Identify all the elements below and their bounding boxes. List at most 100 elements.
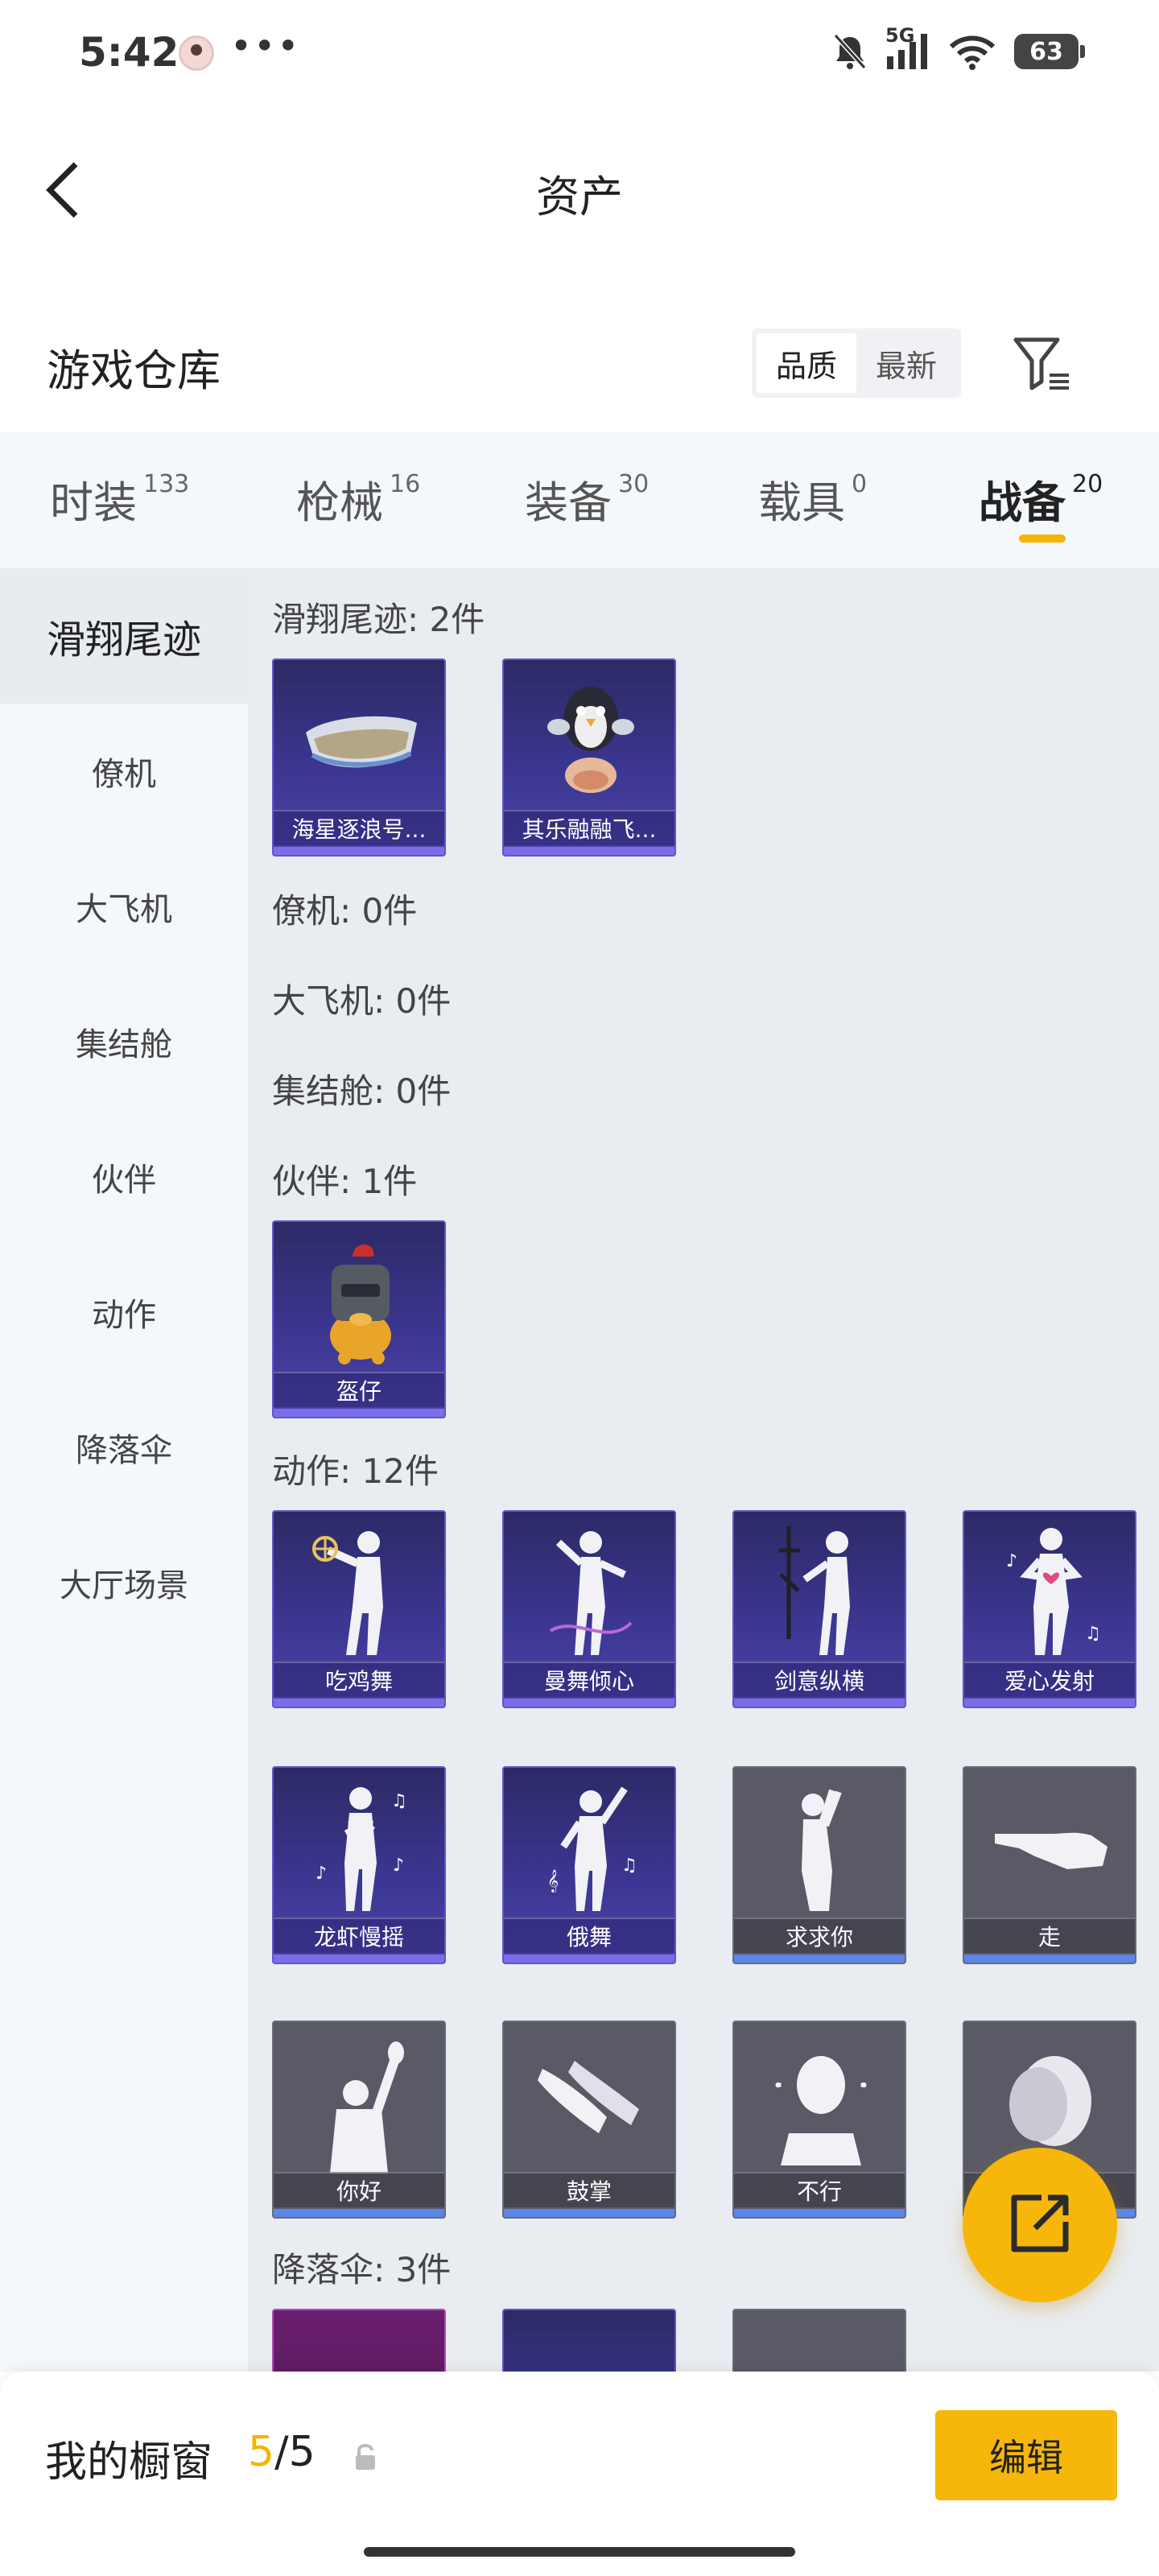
svg-text:♫: ♫: [1085, 1624, 1101, 1644]
svg-text:♪: ♪: [316, 1864, 327, 1884]
item-card[interactable]: 曼舞倾心: [502, 1510, 676, 1708]
page-title: 资产: [536, 171, 623, 222]
svg-text:♪: ♪: [393, 1856, 404, 1876]
rarity-bar: [734, 1955, 905, 1963]
avatar-icon: [179, 35, 214, 71]
share-fab-button[interactable]: [963, 2148, 1117, 2302]
sort-newest-button[interactable]: 最新: [856, 333, 956, 393]
edit-button[interactable]: 编辑: [935, 2410, 1117, 2500]
tab-battle-prep[interactable]: 战备 20: [979, 467, 1103, 530]
tab-count: 16: [390, 470, 421, 498]
item-card[interactable]: 不行: [732, 2021, 906, 2219]
wifi-icon: [948, 32, 996, 71]
showcase-current: 5: [248, 2428, 275, 2476]
status-time: 5:42: [79, 29, 179, 76]
rarity-bar: [504, 2209, 674, 2217]
item-name: 鼓掌: [504, 2172, 674, 2207]
dance-figure-icon: [274, 1512, 444, 1670]
group-title-pod: 集结舱: 0件: [272, 1071, 452, 1111]
item-card[interactable]: [272, 2309, 446, 2372]
lock-icon: [351, 2441, 380, 2473]
sidebar-item-pod[interactable]: 集结舱: [0, 974, 248, 1109]
item-card[interactable]: 求求你: [732, 1766, 906, 1964]
tab-vehicles[interactable]: 载具 0: [758, 467, 867, 530]
rarity-bar: [964, 1699, 1135, 1707]
sidebar-item-wingman[interactable]: 僚机: [0, 704, 248, 839]
item-card[interactable]: 盔仔: [272, 1220, 446, 1418]
rarity-bar: [504, 1955, 674, 1963]
item-card[interactable]: ♪ ♫ 爱心发射: [963, 1510, 1136, 1708]
tab-costume[interactable]: 时装 133: [50, 467, 189, 530]
more-dots-icon: •••: [230, 24, 301, 68]
item-card[interactable]: [732, 2309, 906, 2372]
item-name: 走: [964, 1918, 1135, 1953]
item-card[interactable]: 你好: [272, 2021, 446, 2219]
active-tab-underline: [1019, 535, 1066, 543]
dance-figure-icon: [504, 1512, 674, 1670]
section-header: 游戏仓库 品质 最新: [0, 314, 1159, 411]
item-card[interactable]: 鼓掌: [502, 2021, 676, 2219]
item-card[interactable]: 剑意纵横: [732, 1510, 906, 1708]
category-tabs: 时装 133 枪械 16 装备 30 载具 0 战备 20: [0, 431, 1159, 568]
item-name: 爱心发射: [964, 1662, 1135, 1697]
item-name: 海星逐浪号...: [274, 810, 444, 845]
sidebar-item-lobby-scene[interactable]: 大厅场景: [0, 1515, 248, 1650]
sidebar-item-partner[interactable]: 伙伴: [0, 1109, 248, 1245]
boat-icon: [274, 660, 444, 818]
signal-icon: [885, 32, 930, 71]
showcase-count: 5/5: [248, 2428, 316, 2476]
item-card[interactable]: 海星逐浪号...: [272, 658, 446, 857]
item-name: 吃鸡舞: [274, 1662, 444, 1697]
item-name: 盔仔: [274, 1372, 444, 1407]
dance-figure-icon: ♪ ♫ ♪: [274, 1768, 444, 1926]
tab-count: 20: [1072, 470, 1103, 498]
battery-icon: 63: [1014, 34, 1085, 69]
waving-figure-icon: [274, 2022, 444, 2180]
rarity-bar: [274, 1955, 444, 1963]
svg-text:♫: ♫: [621, 1856, 637, 1876]
helmet-chick-icon: [274, 1222, 444, 1380]
item-name: 曼舞倾心: [504, 1662, 674, 1697]
tab-equipment[interactable]: 装备 30: [525, 467, 649, 530]
group-title-glide: 滑翔尾迹: 2件: [272, 600, 485, 639]
sidebar-item-emote[interactable]: 动作: [0, 1245, 248, 1380]
section-title: 游戏仓库: [47, 345, 221, 396]
item-name: 其乐融融飞...: [504, 810, 674, 845]
item-name: 你好: [274, 2172, 444, 2207]
sidebar-item-parachute[interactable]: 降落伞: [0, 1380, 248, 1515]
item-card[interactable]: 吃鸡舞: [272, 1510, 446, 1708]
filter-icon[interactable]: [1011, 335, 1072, 393]
tab-guns[interactable]: 枪械 16: [296, 467, 420, 530]
tab-count: 30: [618, 470, 650, 498]
clapping-hands-icon: [504, 2022, 674, 2180]
sidebar-item-glide-trail[interactable]: 滑翔尾迹: [0, 568, 248, 704]
rarity-bar: [964, 1955, 1135, 1963]
item-card[interactable]: 走: [963, 1766, 1136, 1964]
head-shake-icon: [734, 2022, 905, 2180]
tab-label: 战备: [979, 477, 1066, 528]
tab-label: 装备: [525, 477, 612, 528]
group-title-emote: 动作: 12件: [272, 1451, 439, 1491]
dance-figure-icon: 𝄞 ♫: [504, 1768, 674, 1926]
group-title-wingman: 僚机: 0件: [272, 891, 418, 931]
sort-quality-button[interactable]: 品质: [757, 333, 856, 393]
svg-text:𝄞: 𝄞: [547, 1869, 559, 1893]
showcase-label: 我的橱窗: [45, 2438, 213, 2487]
rarity-bar: [274, 1409, 444, 1417]
sword-figure-icon: [734, 1512, 905, 1670]
external-link-icon: [1006, 2190, 1074, 2260]
item-name: 求求你: [734, 1918, 905, 1953]
nav-bar: 资产: [0, 137, 1159, 242]
showcase-bar: 我的橱窗 5/5 编辑: [0, 2372, 1159, 2576]
item-card[interactable]: 其乐融融飞...: [502, 658, 676, 857]
sidebar-item-plane[interactable]: 大飞机: [0, 839, 248, 974]
item-grid: 滑翔尾迹: 2件 海星逐浪号... 其乐融融飞... 僚机: 0件 大飞机: 0…: [248, 568, 1159, 2372]
rarity-bar: [274, 1699, 444, 1707]
item-card[interactable]: ♪ ♫ ♪ 龙虾慢摇: [272, 1766, 446, 1964]
svg-text:♪: ♪: [1006, 1551, 1017, 1571]
item-card[interactable]: 𝄞 ♫ 俄舞: [502, 1766, 676, 1964]
pleading-figure-icon: [734, 1768, 905, 1926]
item-card[interactable]: [502, 2309, 676, 2372]
group-title-partner: 伙伴: 1件: [272, 1162, 418, 1201]
parachute-icon: [274, 2310, 444, 2372]
